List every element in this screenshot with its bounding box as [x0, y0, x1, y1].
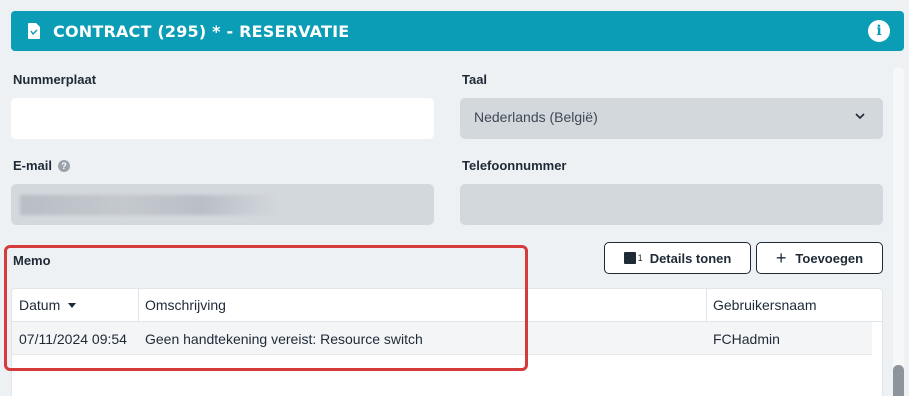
add-button[interactable]: + Toevoegen: [756, 242, 883, 274]
language-label: Taal: [462, 72, 488, 87]
license-plate-input[interactable]: [11, 98, 434, 139]
sort-down-icon: [68, 303, 77, 308]
note-icon: [623, 252, 636, 264]
language-select[interactable]: Nederlands (België): [460, 98, 883, 139]
details-button[interactable]: 1 Details tonen: [604, 242, 751, 274]
email-label-text: E-mail: [13, 158, 53, 173]
email-value-redacted: [20, 195, 280, 215]
phone-label: Telefoonnummer: [462, 158, 567, 173]
memo-title: Memo: [13, 253, 51, 268]
scrollbar-thumb[interactable]: [893, 365, 904, 396]
scrollbar-track[interactable]: [893, 67, 904, 396]
cell-date: 07/11/2024 09:54: [19, 331, 127, 347]
column-header-username[interactable]: Gebruikersnaam: [713, 297, 817, 313]
info-icon[interactable]: i: [868, 20, 890, 42]
details-button-label: Details tonen: [649, 250, 732, 266]
column-header-date[interactable]: Datum: [19, 297, 77, 313]
plus-icon: +: [775, 248, 787, 268]
cell-description: Geen handtekening vereist: Resource swit…: [145, 331, 423, 347]
table-header: Datum Omschrijving Gebruikersnaam: [12, 289, 882, 322]
table-row[interactable]: 07/11/2024 09:54 Geen handtekening verei…: [12, 322, 872, 355]
license-plate-label: Nummerplaat: [13, 72, 97, 87]
language-select-value: Nederlands (België): [474, 109, 598, 125]
help-icon[interactable]: ?: [58, 160, 71, 172]
page-title: CONTRACT (295) * - RESERVATIE: [53, 21, 350, 41]
email-label: E-mail?: [13, 158, 71, 173]
chevron-down-icon: [855, 113, 865, 120]
phone-field[interactable]: [460, 184, 883, 225]
document-icon: [27, 23, 41, 39]
column-header-date-label: Datum: [19, 297, 61, 313]
column-header-description[interactable]: Omschrijving: [145, 297, 226, 313]
email-field[interactable]: [11, 184, 434, 225]
memo-table: Datum Omschrijving Gebruikersnaam 07/11/…: [11, 288, 883, 396]
note-count: 1: [637, 253, 643, 263]
cell-username: FCHadmin: [713, 331, 780, 347]
page-header: CONTRACT (295) * - RESERVATIE i: [11, 11, 904, 51]
add-button-label: Toevoegen: [795, 250, 864, 266]
